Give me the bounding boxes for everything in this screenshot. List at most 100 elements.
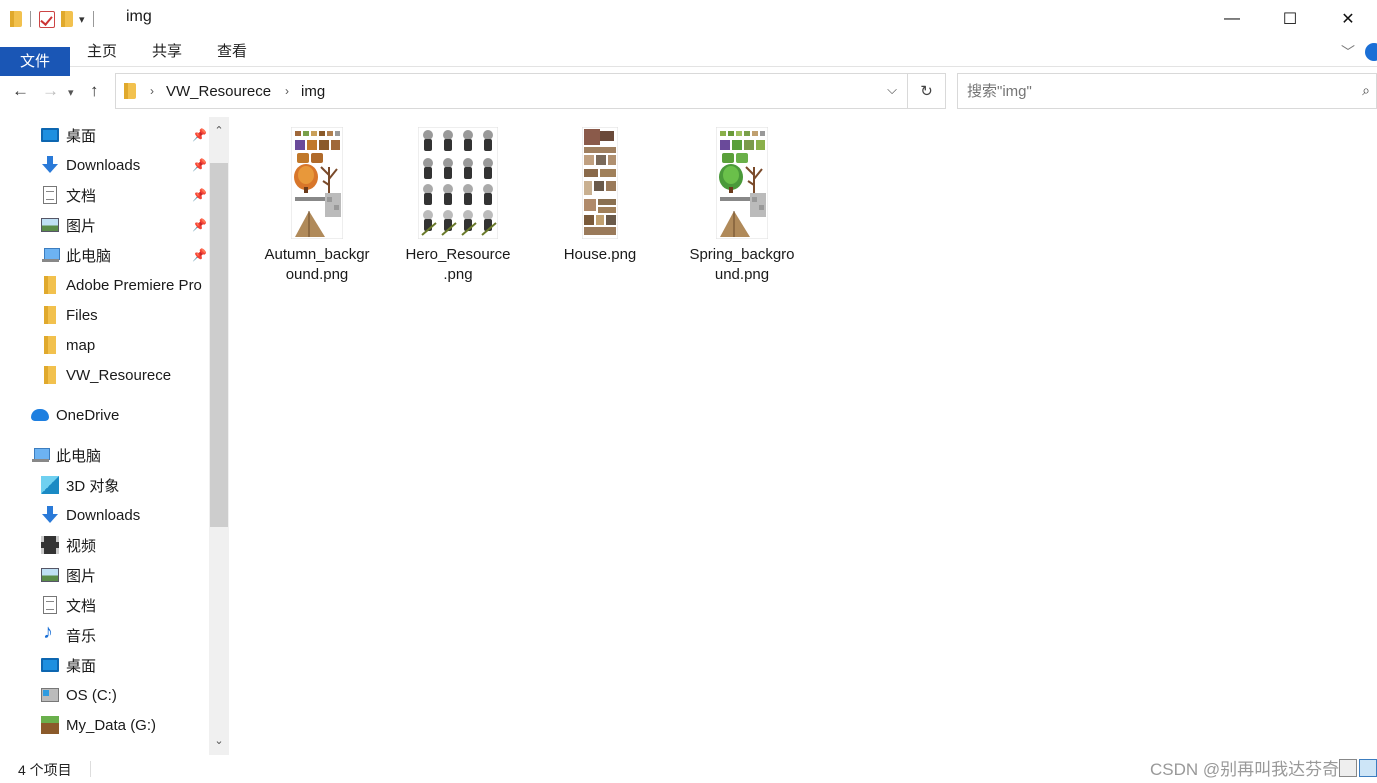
new-folder-icon[interactable] [61, 11, 73, 27]
sidebar-item-3d-objects[interactable]: 3D 对象 [41, 470, 119, 500]
ribbon-right-controls: ﹀ [1341, 42, 1377, 62]
folder-icon[interactable] [10, 11, 22, 27]
sidebar-item-vw-resourece[interactable]: VW_Resourece [41, 360, 171, 390]
file-item-autumn[interactable]: Autumn_backgr ound.png [246, 127, 388, 285]
file-name: Hero_Resource [405, 246, 511, 263]
sidebar-item-label: Downloads [66, 506, 141, 524]
tab-view[interactable]: 查看 [202, 37, 262, 66]
sidebar-item-files[interactable]: Files [41, 300, 98, 330]
forward-arrow-icon[interactable]: → [42, 81, 59, 101]
sidebar-item-onedrive[interactable]: OneDrive [31, 400, 119, 430]
pin-icon[interactable]: 📌 [192, 248, 207, 262]
cube-icon [41, 476, 59, 494]
sidebar-item-this-pc-pinned[interactable]: 此电脑 [41, 240, 111, 270]
sidebar-item-pictures-pc[interactable]: 图片 [41, 560, 96, 590]
file-name-continued: ound.png [285, 266, 349, 283]
sidebar-item-label: Files [66, 306, 98, 324]
sidebar-item-videos[interactable]: 视频 [41, 530, 96, 560]
close-button[interactable]: ✕ [1319, 0, 1377, 37]
search-icon[interactable]: ⌕ [1362, 82, 1370, 99]
scroll-up-icon[interactable]: ⌃ [209, 121, 229, 141]
file-item-spring[interactable]: Spring_backgro und.png [671, 127, 813, 285]
file-item-house[interactable]: House.png [529, 127, 671, 265]
computer-icon [41, 246, 60, 264]
scroll-thumb[interactable] [210, 163, 228, 527]
pin-icon[interactable]: 📌 [192, 218, 207, 232]
breadcrumb-chevron-icon[interactable]: › [285, 84, 289, 98]
sidebar-item-downloads[interactable]: Downloads [41, 150, 140, 180]
properties-icon[interactable] [39, 10, 55, 28]
up-arrow-icon[interactable]: ↑ [90, 81, 99, 101]
sidebar-item-label: OS (C:) [66, 686, 117, 704]
sidebar-item-downloads-pc[interactable]: Downloads [41, 500, 140, 530]
document-icon [43, 186, 57, 204]
search-box[interactable]: ⌕ [957, 73, 1377, 109]
address-history-chevron-icon[interactable]: ⌵ [887, 82, 897, 98]
minimize-button[interactable]: — [1203, 0, 1261, 37]
sidebar-item-music[interactable]: 音乐 [41, 620, 96, 650]
spring-thumbnail-icon [716, 127, 768, 239]
folder-icon [44, 306, 56, 324]
pin-icon[interactable]: 📌 [192, 158, 207, 172]
search-input[interactable] [958, 74, 1338, 108]
file-list: Autumn_backgr ound.png Hero_Resource .pn… [230, 117, 1377, 755]
view-switcher [1339, 759, 1377, 777]
help-icon[interactable] [1365, 43, 1377, 61]
sidebar-item-label: 视频 [66, 537, 97, 555]
pictures-icon [41, 568, 59, 582]
hero-thumbnail-icon [418, 127, 498, 239]
pin-icon[interactable]: 📌 [192, 188, 207, 202]
sidebar-item-label: 此电脑 [56, 447, 102, 465]
ribbon-tabs: 文件 主页 共享 查看 ﹀ [0, 37, 1377, 76]
status-bar: 4 个项目 CSDN @别再叫我达芬奇 [0, 755, 1377, 783]
folder-icon [124, 83, 136, 99]
computer-icon [31, 446, 50, 464]
desktop-icon [41, 658, 59, 672]
drive-icon [41, 688, 59, 702]
sidebar-item-documents[interactable]: 文档 [41, 180, 96, 210]
sidebar-item-map[interactable]: map [41, 330, 95, 360]
file-name: Autumn_backgr [264, 246, 370, 263]
sidebar-item-this-pc[interactable]: 此电脑 [31, 440, 101, 470]
sidebar-item-my-data-g[interactable]: My_Data (G:) [41, 710, 156, 740]
tab-home[interactable]: 主页 [72, 37, 132, 66]
sidebar-item-label: 桌面 [66, 657, 97, 675]
back-arrow-icon[interactable]: ← [12, 81, 29, 101]
large-icons-view-icon[interactable] [1359, 759, 1377, 777]
pin-icon[interactable]: 📌 [192, 128, 207, 142]
toolbar-divider [30, 11, 31, 27]
sidebar-item-pictures[interactable]: 图片 [41, 210, 96, 240]
file-name-continued: und.png [714, 266, 770, 283]
quick-access-toolbar: ▾ [10, 8, 96, 30]
house-thumbnail-icon [582, 127, 618, 239]
tab-share[interactable]: 共享 [137, 37, 197, 66]
download-icon [41, 506, 59, 524]
breadcrumb-chevron-icon[interactable]: › [150, 84, 154, 98]
breadcrumb-img[interactable]: img [301, 83, 325, 100]
file-item-hero-resource[interactable]: Hero_Resource .png [387, 127, 529, 285]
sidebar-item-desktop-pc[interactable]: 桌面 [41, 650, 96, 680]
navigation-pane: 桌面 📌 Downloads 📌 文档 📌 图片 📌 此电脑 📌 Adobe P… [0, 117, 230, 755]
refresh-button[interactable]: ↻ [908, 73, 946, 109]
sidebar-scrollbar[interactable]: ⌃ ⌄ [209, 117, 229, 755]
scroll-down-icon[interactable]: ⌄ [209, 731, 229, 751]
breadcrumb-vw-resourece[interactable]: VW_Resourece [166, 83, 271, 100]
address-bar[interactable]: › VW_Resourece › img ⌵ [115, 73, 908, 109]
folder-icon [44, 336, 56, 354]
pictures-icon [41, 218, 59, 232]
sidebar-item-adobe-premiere-pro[interactable]: Adobe Premiere Pro [41, 270, 202, 300]
sidebar-item-desktop[interactable]: 桌面 [41, 120, 96, 150]
minecraft-drive-icon [41, 716, 59, 734]
maximize-button[interactable]: ☐ [1261, 0, 1319, 37]
details-view-icon[interactable] [1339, 759, 1357, 777]
recent-locations-chevron-icon[interactable]: ▾ [68, 86, 74, 99]
customize-toolbar-chevron-icon[interactable]: ▾ [79, 13, 85, 26]
sidebar-item-documents-pc[interactable]: 文档 [41, 590, 96, 620]
autumn-thumbnail-icon [291, 127, 343, 239]
desktop-icon [41, 128, 59, 142]
sidebar-item-label: 3D 对象 [66, 477, 120, 495]
sidebar-item-os-c[interactable]: OS (C:) [41, 680, 117, 710]
sidebar-item-label: 文档 [66, 187, 97, 205]
expand-ribbon-chevron-icon[interactable]: ﹀ [1341, 42, 1355, 62]
sidebar-item-label: OneDrive [56, 406, 120, 424]
